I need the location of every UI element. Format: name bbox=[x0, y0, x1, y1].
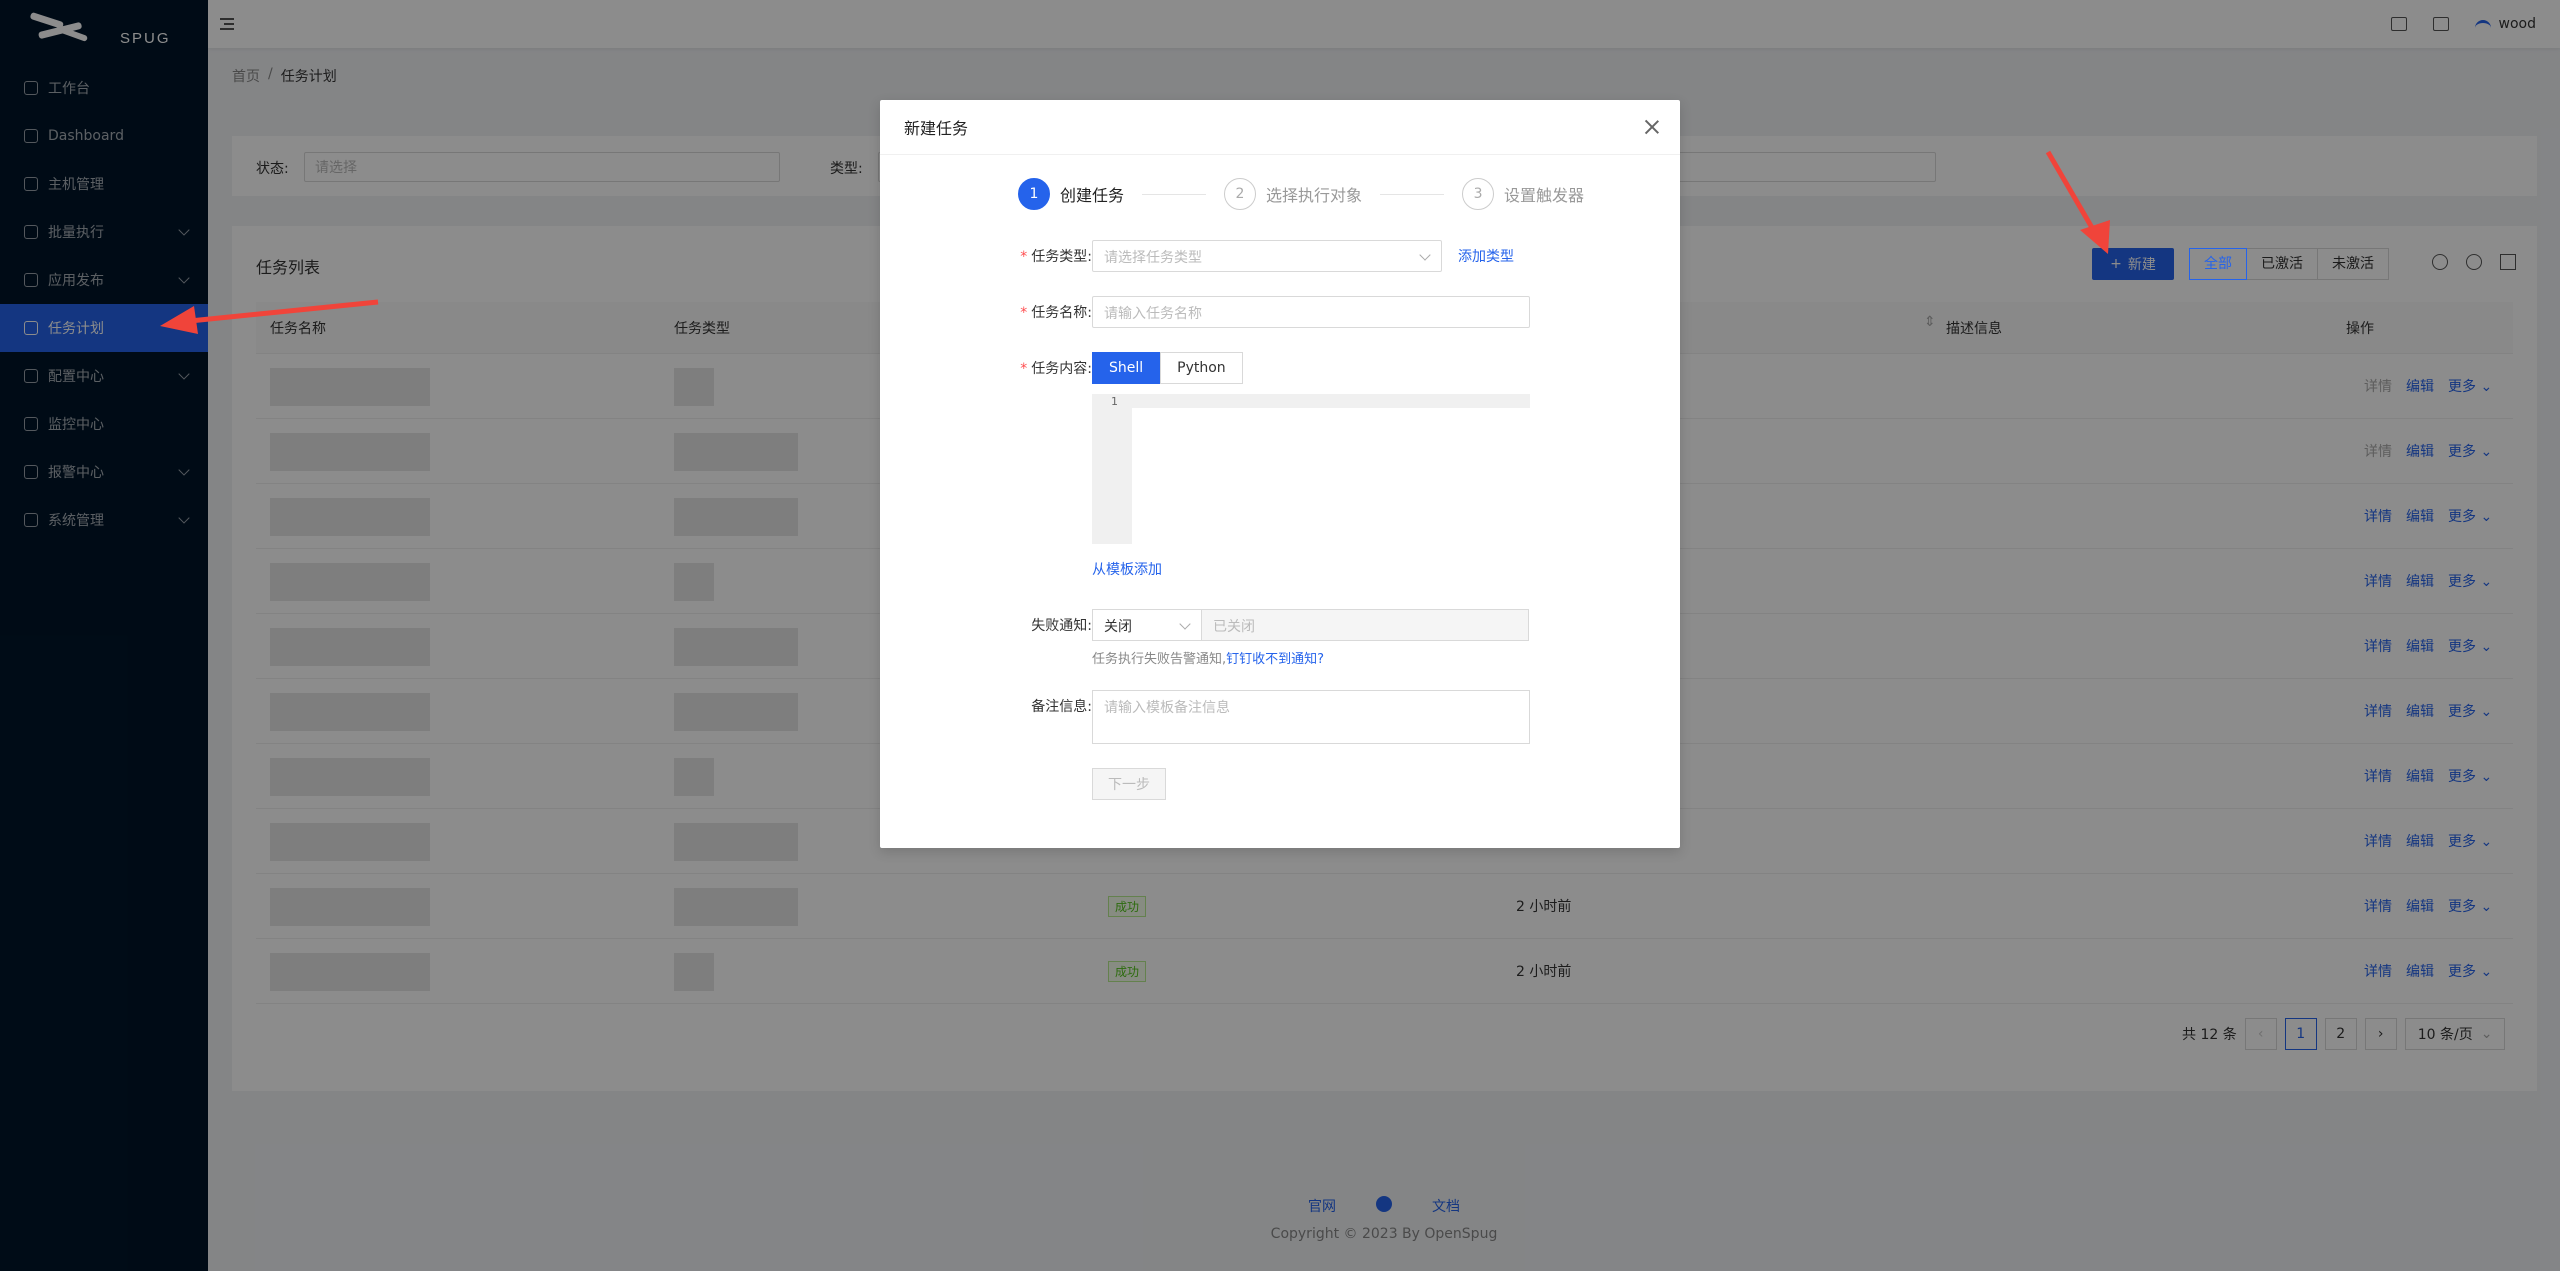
step-number: 3 bbox=[1462, 178, 1495, 210]
task-type-placeholder: 请选择任务类型 bbox=[1104, 250, 1202, 266]
step-set-trigger: 3 设置触发器 bbox=[1462, 178, 1584, 210]
radio-all[interactable]: 全部 bbox=[2189, 248, 2247, 280]
step-label: 选择执行对象 bbox=[1266, 186, 1363, 205]
chevron-down-icon bbox=[1419, 249, 1431, 261]
from-template-link[interactable]: 从模板添加 bbox=[1092, 559, 1162, 579]
dingtalk-help-link[interactable]: 钉钉收不到通知? bbox=[1226, 652, 1324, 667]
annotation-arrow-down-icon bbox=[2045, 150, 2110, 254]
notify-target-input: 已关闭 bbox=[1201, 609, 1529, 641]
notify-help-text: 任务执行失败告警通知, bbox=[1092, 652, 1227, 667]
remark-label: 备注信息: bbox=[1031, 699, 1092, 715]
step-label: 创建任务 bbox=[1060, 186, 1125, 205]
step-label: 设置触发器 bbox=[1504, 186, 1585, 205]
step-number: 1 bbox=[1018, 178, 1050, 210]
annotation-arrow-left-icon bbox=[160, 299, 379, 334]
task-name-label: * 任务名称: bbox=[1020, 305, 1092, 321]
step-select-targets: 2 选择执行对象 bbox=[1224, 178, 1362, 210]
task-type-label: * 任务类型: bbox=[1020, 249, 1092, 265]
failure-notify-label: 失败通知: bbox=[1031, 618, 1092, 634]
tab-python[interactable]: Python bbox=[1160, 352, 1243, 384]
modal-title: 新建任务 bbox=[904, 119, 969, 138]
remark-textarea[interactable]: 请输入模板备注信息 bbox=[1092, 690, 1530, 744]
code-editor[interactable]: 1 bbox=[1092, 394, 1530, 544]
add-type-link[interactable]: 添加类型 bbox=[1458, 246, 1514, 266]
line-number: 1 bbox=[1111, 395, 1118, 408]
steps: 1 创建任务 2 选择执行对象 3 设置触发器 bbox=[1018, 178, 1584, 210]
close-icon[interactable] bbox=[1642, 117, 1662, 137]
tab-shell[interactable]: Shell bbox=[1092, 352, 1161, 384]
modal-header: 新建任务 bbox=[880, 100, 1680, 155]
chevron-down-icon bbox=[1179, 618, 1191, 630]
step-create-task: 1 创建任务 bbox=[1018, 178, 1124, 210]
failure-notify-select[interactable]: 关闭 bbox=[1092, 609, 1202, 641]
failure-notify-value: 关闭 bbox=[1104, 619, 1132, 635]
notify-help: 任务执行失败告警通知,钉钉收不到通知? bbox=[1092, 648, 1324, 667]
next-step-button[interactable]: 下一步 bbox=[1092, 768, 1166, 800]
language-tabs: Shell Python bbox=[1092, 352, 1243, 384]
task-name-input[interactable]: 请输入任务名称 bbox=[1092, 296, 1530, 328]
new-task-modal: 新建任务 1 创建任务 2 选择执行对象 3 设置触发器 * 任务类型: 请选择任… bbox=[880, 100, 1680, 848]
task-content-label: * 任务内容: bbox=[1020, 361, 1092, 377]
step-number: 2 bbox=[1224, 178, 1257, 210]
task-type-select[interactable]: 请选择任务类型 bbox=[1092, 240, 1442, 272]
